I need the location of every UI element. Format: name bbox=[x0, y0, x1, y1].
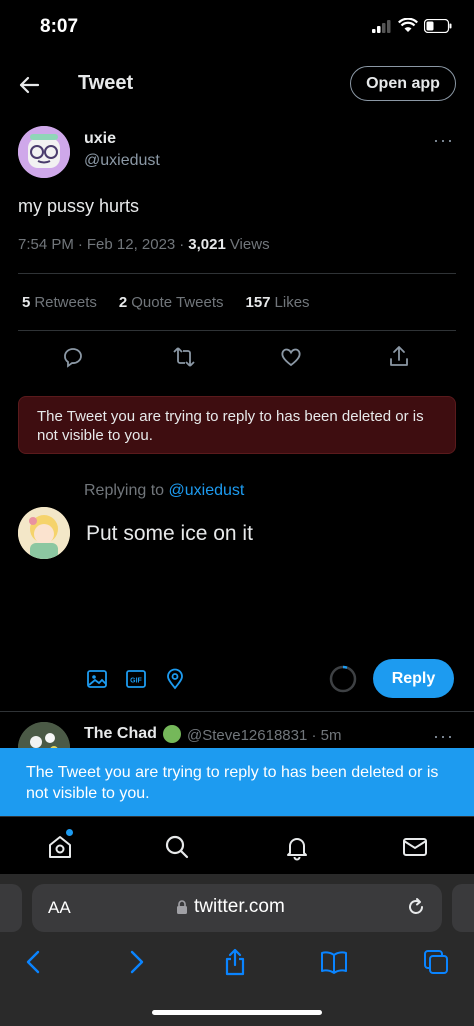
verified-badge-icon bbox=[162, 725, 181, 743]
tweet-date: Feb 12, 2023 bbox=[86, 236, 176, 253]
open-app-button[interactable]: Open app bbox=[350, 66, 456, 101]
chevron-left-icon bbox=[26, 950, 40, 974]
lock-icon bbox=[177, 900, 187, 914]
next-tweet-handle[interactable]: @Steve12618831 · 5m bbox=[187, 727, 342, 744]
tweet-text: my pussy hurts bbox=[18, 196, 140, 216]
arrow-left-icon bbox=[19, 76, 40, 94]
comment-icon bbox=[64, 348, 82, 368]
share-action[interactable] bbox=[386, 344, 412, 370]
battery-icon bbox=[424, 18, 452, 33]
svg-text:GIF: GIF bbox=[130, 678, 142, 685]
signal-icon bbox=[372, 19, 391, 33]
location-button[interactable] bbox=[164, 668, 186, 690]
tweet-time: 7:54 PM bbox=[18, 236, 74, 253]
user-avatar[interactable] bbox=[18, 507, 70, 559]
tweet-stats: 5 Retweets 2 Quote Tweets 157 Likes bbox=[22, 294, 310, 311]
tab-home[interactable] bbox=[46, 833, 74, 861]
browser-share-button[interactable] bbox=[221, 948, 249, 976]
page-title: Tweet bbox=[78, 72, 134, 94]
book-icon bbox=[321, 951, 347, 974]
status-time: 8:07 bbox=[40, 16, 79, 37]
browser-back-button[interactable] bbox=[20, 948, 48, 976]
tabs-button[interactable] bbox=[422, 948, 450, 976]
gif-icon: GIF bbox=[126, 670, 146, 688]
replying-handle[interactable]: @uxiedust bbox=[169, 482, 245, 499]
toast-message: The Tweet you are trying to reply to has… bbox=[0, 748, 474, 816]
wifi-icon bbox=[398, 18, 418, 32]
heart-icon bbox=[281, 348, 301, 367]
location-pin-icon bbox=[167, 668, 183, 690]
chevron-right-icon bbox=[130, 950, 144, 974]
author-handle[interactable]: @uxiedust bbox=[84, 152, 160, 170]
likes-stat[interactable]: 157 Likes bbox=[246, 294, 310, 311]
media-button[interactable] bbox=[86, 668, 108, 690]
tabs-icon bbox=[424, 950, 448, 974]
home-indicator bbox=[152, 1010, 322, 1015]
error-message: The Tweet you are trying to reply to has… bbox=[18, 396, 456, 454]
quotes-stat[interactable]: 2 Quote Tweets bbox=[119, 294, 224, 311]
bookmarks-button[interactable] bbox=[320, 948, 348, 976]
tab-notifications[interactable] bbox=[283, 833, 311, 861]
divider bbox=[0, 711, 474, 712]
views-label: Views bbox=[229, 236, 270, 253]
tweet-actions bbox=[0, 344, 474, 372]
tab-explore[interactable] bbox=[163, 833, 191, 861]
gif-button[interactable]: GIF bbox=[125, 668, 147, 690]
tab-messages[interactable] bbox=[401, 833, 429, 861]
share-icon bbox=[390, 346, 408, 366]
reply-button[interactable]: Reply bbox=[373, 659, 454, 698]
new-content-dot bbox=[66, 829, 73, 836]
replying-to: Replying to @uxiedust bbox=[84, 482, 244, 500]
bell-icon bbox=[287, 838, 307, 861]
progress-ring-icon bbox=[329, 665, 357, 693]
author-avatar[interactable] bbox=[18, 126, 70, 178]
divider bbox=[18, 273, 456, 274]
envelope-icon bbox=[403, 838, 427, 856]
replying-prefix: Replying to bbox=[84, 482, 165, 499]
retweet-action[interactable] bbox=[171, 344, 197, 370]
views-count: 3,021 bbox=[188, 236, 226, 253]
status-icons bbox=[372, 18, 452, 33]
reply-input[interactable]: Put some ice on it bbox=[86, 522, 253, 546]
search-icon bbox=[165, 835, 189, 859]
next-tab-preview[interactable] bbox=[452, 884, 474, 932]
page-settings-button[interactable]: AA bbox=[48, 898, 71, 918]
character-counter bbox=[329, 665, 357, 693]
previous-tab-preview[interactable] bbox=[0, 884, 22, 932]
browser-forward-button[interactable] bbox=[122, 948, 150, 976]
bottom-tab-bar bbox=[0, 816, 474, 874]
reload-button[interactable] bbox=[405, 896, 427, 918]
back-button[interactable] bbox=[16, 72, 42, 98]
retweet-icon bbox=[173, 347, 195, 367]
tweet-meta: 7:54 PM · Feb 12, 2023 · 3,021 Views bbox=[18, 236, 270, 253]
author-name[interactable]: uxie bbox=[84, 130, 116, 148]
reload-icon bbox=[409, 898, 423, 914]
home-icon bbox=[49, 836, 71, 858]
image-icon bbox=[87, 670, 107, 688]
url-display[interactable]: twitter.com bbox=[176, 896, 285, 918]
share-icon bbox=[225, 948, 245, 976]
next-tweet-more-button[interactable]: ··· bbox=[433, 726, 454, 747]
divider bbox=[18, 330, 456, 331]
retweets-stat[interactable]: 5 Retweets bbox=[22, 294, 97, 311]
reply-action[interactable] bbox=[60, 344, 86, 370]
more-options-button[interactable]: ··· bbox=[433, 130, 454, 151]
next-tweet-author[interactable]: The Chad bbox=[84, 725, 181, 743]
like-action[interactable] bbox=[278, 344, 304, 370]
